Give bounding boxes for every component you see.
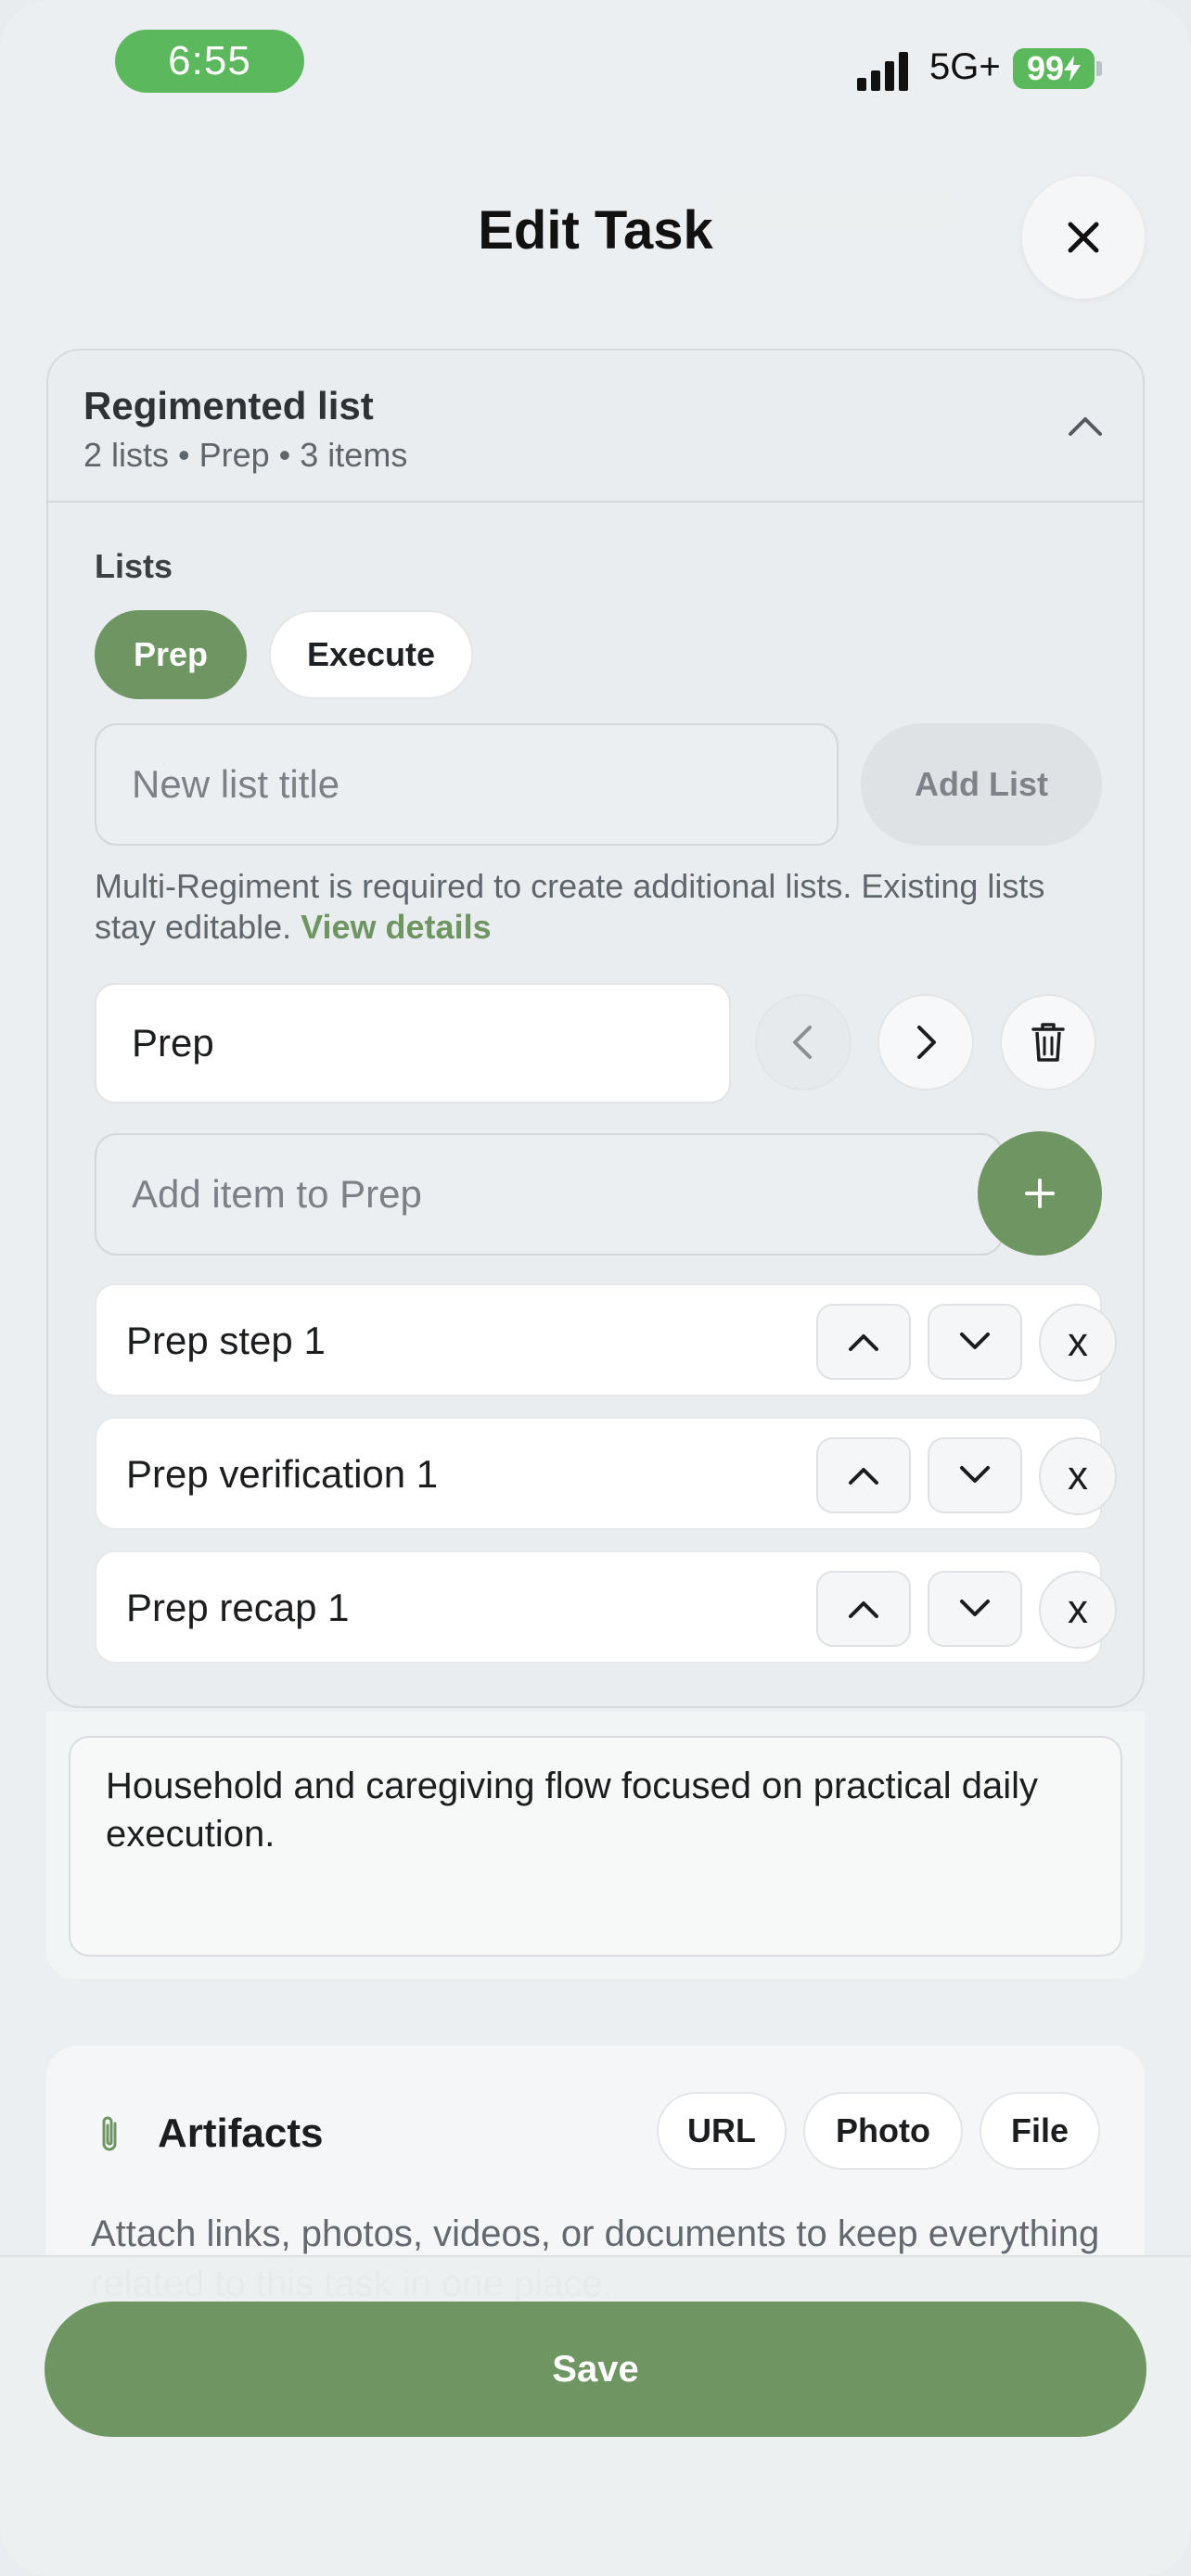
chevron-left-icon [793, 1026, 812, 1059]
add-url-button[interactable]: URL [657, 2092, 787, 2170]
list-item: Prep recap 1 x [95, 1550, 1117, 1664]
regimented-list-header[interactable]: Regimented list 2 lists • Prep • 3 items [48, 351, 1143, 503]
move-list-right-button[interactable] [877, 994, 974, 1090]
description-textarea[interactable]: Household and caregiving flow focused on… [69, 1736, 1122, 1957]
close-icon [1068, 222, 1099, 253]
list-item-label: Prep step 1 [126, 1319, 326, 1362]
status-time: 6:55 [115, 30, 304, 93]
chevron-up-icon[interactable] [1067, 412, 1104, 440]
list-item-label: Prep verification 1 [126, 1452, 439, 1496]
save-button[interactable]: Save [45, 2302, 1146, 2437]
add-item-button[interactable] [978, 1131, 1102, 1256]
remove-item-button[interactable]: x [1039, 1571, 1117, 1649]
regimented-list-card: Regimented list 2 lists • Prep • 3 items… [46, 349, 1145, 1708]
new-list-title-input[interactable] [95, 723, 839, 846]
move-item-down-button[interactable] [928, 1304, 1022, 1380]
battery-tip [1096, 61, 1102, 76]
view-details-link[interactable]: View details [301, 908, 491, 946]
regimented-list-summary: 2 lists • Prep • 3 items [83, 436, 408, 474]
paperclip-icon [102, 2116, 117, 2151]
remove-item-button[interactable]: x [1039, 1304, 1117, 1382]
move-item-down-button[interactable] [928, 1571, 1022, 1647]
move-item-up-button[interactable] [816, 1571, 911, 1647]
regimented-list-title: Regimented list [83, 384, 374, 427]
chevron-up-icon [849, 1601, 878, 1618]
add-file-button[interactable]: File [980, 2092, 1100, 2170]
trash-icon [1031, 1023, 1065, 1062]
delete-list-button[interactable] [1000, 994, 1096, 1090]
chevron-up-icon [849, 1334, 878, 1351]
charging-bolt-icon [1064, 56, 1082, 82]
network-type: 5G+ [929, 46, 1001, 87]
chevron-down-icon [960, 1600, 990, 1616]
list-name-input[interactable] [95, 983, 731, 1103]
add-list-button[interactable]: Add List [861, 723, 1102, 846]
add-photo-button[interactable]: Photo [803, 2092, 963, 2170]
battery-level: 99 [1026, 49, 1065, 87]
page-title: Edit Task [478, 200, 713, 261]
edit-task-sheet: 6:55 5G+ 99 Edit Task Regimented list 2 … [0, 0, 1191, 2576]
chevron-down-icon [960, 1333, 990, 1349]
remove-item-button[interactable]: x [1039, 1437, 1117, 1515]
list-item-label: Prep recap 1 [126, 1586, 350, 1629]
list-chip-prep[interactable]: Prep [95, 610, 247, 699]
move-item-up-button[interactable] [816, 1437, 911, 1513]
move-item-down-button[interactable] [928, 1437, 1022, 1513]
notice-text: Multi-Regiment is required to create add… [95, 867, 1045, 946]
battery-indicator: 99 [1013, 48, 1095, 89]
lists-label: Lists [95, 547, 173, 585]
status-bar: 6:55 5G+ 99 [0, 0, 1191, 111]
list-item: Prep verification 1 x [95, 1417, 1117, 1530]
multi-regiment-notice: Multi-Regiment is required to create add… [95, 866, 1106, 948]
plus-icon [1025, 1179, 1055, 1208]
add-item-input[interactable] [95, 1133, 1004, 1256]
close-button[interactable] [1022, 176, 1145, 299]
chevron-up-icon [849, 1468, 878, 1485]
list-chip-execute[interactable]: Execute [269, 610, 473, 699]
description-card: Household and caregiving flow focused on… [46, 1712, 1145, 1979]
move-item-up-button[interactable] [816, 1304, 911, 1380]
artifacts-title: Artifacts [158, 2111, 324, 2156]
bottom-action-bar: Save [0, 2255, 1191, 2576]
signal-icon [857, 52, 908, 91]
chevron-down-icon [960, 1466, 990, 1483]
chevron-right-icon [917, 1026, 936, 1059]
list-item: Prep step 1 x [95, 1283, 1117, 1396]
move-list-left-button[interactable] [755, 994, 852, 1090]
